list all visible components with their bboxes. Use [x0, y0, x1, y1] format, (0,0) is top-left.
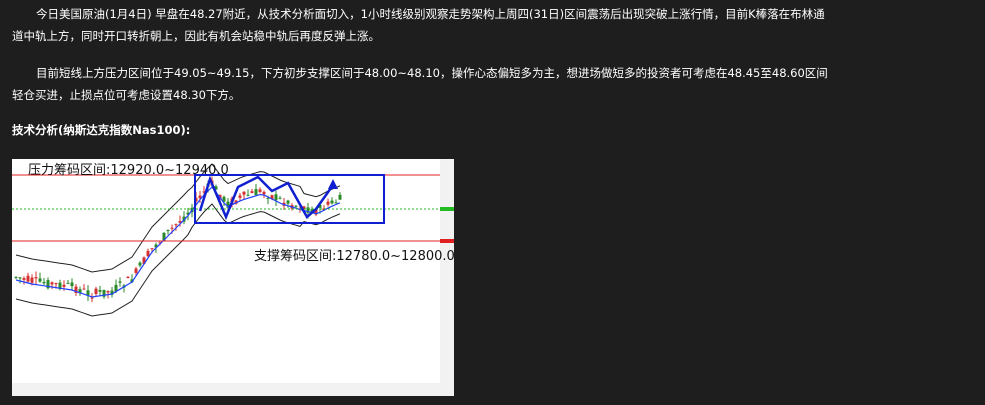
candle-body: [26, 275, 30, 282]
nas100-chart-svg: 压力筹码区间:12920.0~12940.0 支撑筹码区间:12780.0~12…: [12, 159, 454, 396]
candle-body: [106, 291, 110, 293]
candle-body: [98, 289, 102, 292]
candle-body: [90, 297, 94, 299]
candle-body: [118, 281, 122, 283]
candle-body: [170, 227, 174, 229]
nas100-chart: 压力筹码区间:12920.0~12940.0 支撑筹码区间:12780.0~12…: [12, 159, 454, 396]
candle-body: [238, 195, 242, 198]
candle-body: [126, 276, 130, 279]
candle-body: [338, 194, 342, 200]
candle-body: [18, 277, 22, 279]
price-axis: [440, 159, 454, 396]
paragraph-levels: 目前短线上方压力区间位于49.05~49.15，下方初步支撑区间于48.00~4…: [12, 66, 828, 102]
candle-body: [134, 268, 138, 273]
candle-body: [70, 282, 74, 287]
plot-area: [12, 159, 440, 396]
candle-body: [30, 277, 34, 283]
candle-body: [254, 189, 258, 196]
candle-body: [246, 194, 250, 196]
candle-body: [286, 200, 290, 204]
candle-body: [50, 282, 54, 285]
candle-body: [242, 191, 246, 195]
candle-body: [38, 278, 42, 282]
candle-body: [14, 276, 18, 278]
candle-body: [334, 202, 338, 204]
candle-body: [278, 197, 282, 199]
candle-body: [66, 282, 70, 284]
candle-body: [86, 290, 90, 296]
support-price-marker: [440, 239, 454, 243]
candle-body: [34, 277, 38, 279]
candle-body: [258, 189, 262, 192]
candle-body: [42, 281, 46, 284]
candle-body: [82, 288, 86, 290]
current-price-marker: [440, 207, 454, 211]
candle-body: [138, 262, 142, 266]
section-heading: 技术分析(纳斯达克指数Nas100):: [12, 123, 191, 137]
paragraph-crude-oil-analysis: 今日美国原油(1月4日) 早盘在48.27附近，从技术分析面切入，1小时线级别观…: [12, 7, 825, 43]
candle-body: [294, 205, 298, 207]
candle-body: [22, 278, 26, 280]
candle-body: [250, 191, 254, 194]
time-axis: [12, 383, 440, 396]
candle-body: [94, 288, 98, 294]
candle-body: [274, 194, 278, 201]
candle-body: [62, 284, 66, 287]
support-label: 支撑筹码区间:12780.0~12800.0: [254, 248, 454, 264]
candle-body: [326, 201, 330, 205]
candle-body: [330, 200, 334, 204]
candle-body: [150, 248, 154, 250]
candle-body: [262, 191, 266, 195]
resistance-label: 压力筹码区间:12920.0~12940.0: [28, 162, 229, 178]
candle-body: [166, 229, 170, 232]
candle-body: [54, 283, 58, 285]
candle-body: [174, 224, 178, 226]
